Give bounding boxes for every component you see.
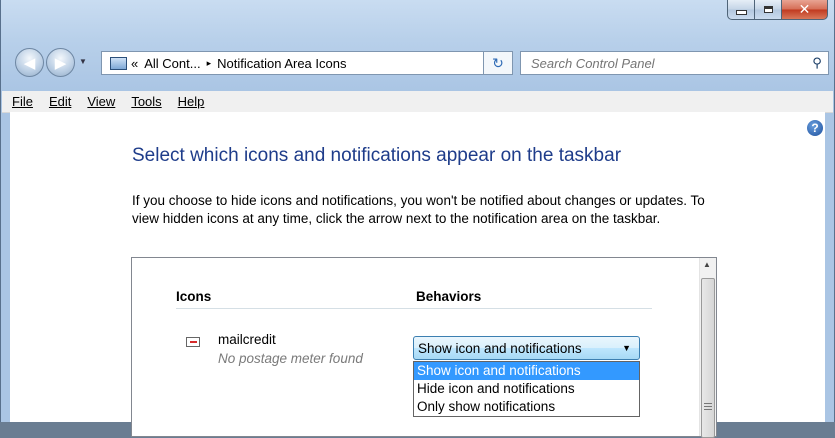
search-input[interactable]: [529, 54, 806, 72]
search-icon[interactable]: ⚲: [806, 55, 828, 71]
behavior-dropdown-list: Show icon and notifications Hide icon an…: [413, 361, 640, 417]
breadcrumb-overflow[interactable]: «: [131, 56, 138, 71]
forward-arrow-icon: ▶: [54, 54, 67, 72]
maximize-button[interactable]: [755, 0, 782, 20]
breadcrumb-notification-area-icons[interactable]: Notification Area Icons: [217, 56, 346, 71]
minimize-button[interactable]: [727, 0, 755, 20]
icons-list-panel: Icons Behaviors mailcredit No postage me…: [131, 257, 717, 438]
close-button[interactable]: ✕: [782, 0, 828, 20]
option-hide-icon-and-notifications[interactable]: Hide icon and notifications: [414, 380, 639, 398]
vertical-scrollbar[interactable]: ▲: [699, 258, 716, 438]
back-arrow-icon: ◀: [23, 54, 36, 72]
caption-buttons: ✕: [727, 0, 828, 21]
icon-row-description: No postage meter found: [218, 351, 363, 366]
option-only-show-notifications[interactable]: Only show notifications: [414, 398, 639, 416]
header-divider: [176, 308, 652, 309]
refresh-icon: ↻: [492, 54, 504, 71]
menu-tools-label: Tools: [131, 94, 162, 109]
recent-pages-dropdown[interactable]: ▼: [79, 57, 87, 66]
breadcrumb-separator-icon[interactable]: ▸: [207, 58, 212, 69]
column-header-behaviors: Behaviors: [416, 289, 482, 304]
breadcrumb-all-control-panel[interactable]: All Cont...: [144, 56, 200, 71]
scroll-up-icon[interactable]: ▲: [703, 260, 711, 269]
menu-bar: File Edit View Tools Help: [2, 91, 833, 113]
menu-file[interactable]: File: [2, 94, 41, 109]
chevron-down-icon: ▼: [622, 343, 631, 353]
mailcredit-app-icon: [186, 337, 200, 347]
column-header-icons: Icons: [176, 289, 212, 304]
refresh-button[interactable]: ↻: [483, 51, 513, 75]
page-description: If you choose to hide icons and notifica…: [132, 193, 705, 226]
content-area: ? Select which icons and notifications a…: [10, 112, 825, 438]
menu-view-label: View: [87, 94, 116, 109]
behavior-select-value: Show icon and notifications: [418, 340, 582, 356]
menu-file-label: File: [12, 94, 33, 109]
navigation-bar: ◀ ▶ ▼ « All Cont... ▸ Notification Area …: [1, 47, 834, 81]
back-button[interactable]: ◀: [15, 48, 44, 77]
close-icon: ✕: [798, 1, 811, 17]
menu-edit[interactable]: Edit: [41, 94, 79, 109]
icon-row-name: mailcredit: [218, 332, 276, 347]
search-box[interactable]: ⚲: [520, 51, 829, 75]
menu-view[interactable]: View: [79, 94, 123, 109]
page-title: Select which icons and notifications app…: [132, 145, 622, 166]
maximize-icon: [763, 6, 773, 13]
menu-help[interactable]: Help: [170, 94, 213, 109]
explorer-window: ✕ ◀ ▶ ▼ « All Cont... ▸ Notification Are…: [0, 0, 835, 438]
behavior-select[interactable]: Show icon and notifications ▼: [413, 336, 640, 360]
menu-help-label: Help: [177, 94, 205, 109]
option-show-icon-and-notifications[interactable]: Show icon and notifications: [414, 362, 639, 380]
help-icon[interactable]: ?: [807, 120, 823, 136]
menu-tools[interactable]: Tools: [123, 94, 169, 109]
address-bar[interactable]: « All Cont... ▸ Notification Area Icons …: [101, 51, 513, 75]
control-panel-icon: [110, 56, 127, 70]
scroll-thumb[interactable]: [701, 278, 715, 438]
scroll-grip-icon: [704, 401, 712, 412]
forward-button[interactable]: ▶: [46, 48, 75, 77]
menu-edit-label: Edit: [48, 94, 72, 109]
minimize-icon: [735, 10, 747, 15]
